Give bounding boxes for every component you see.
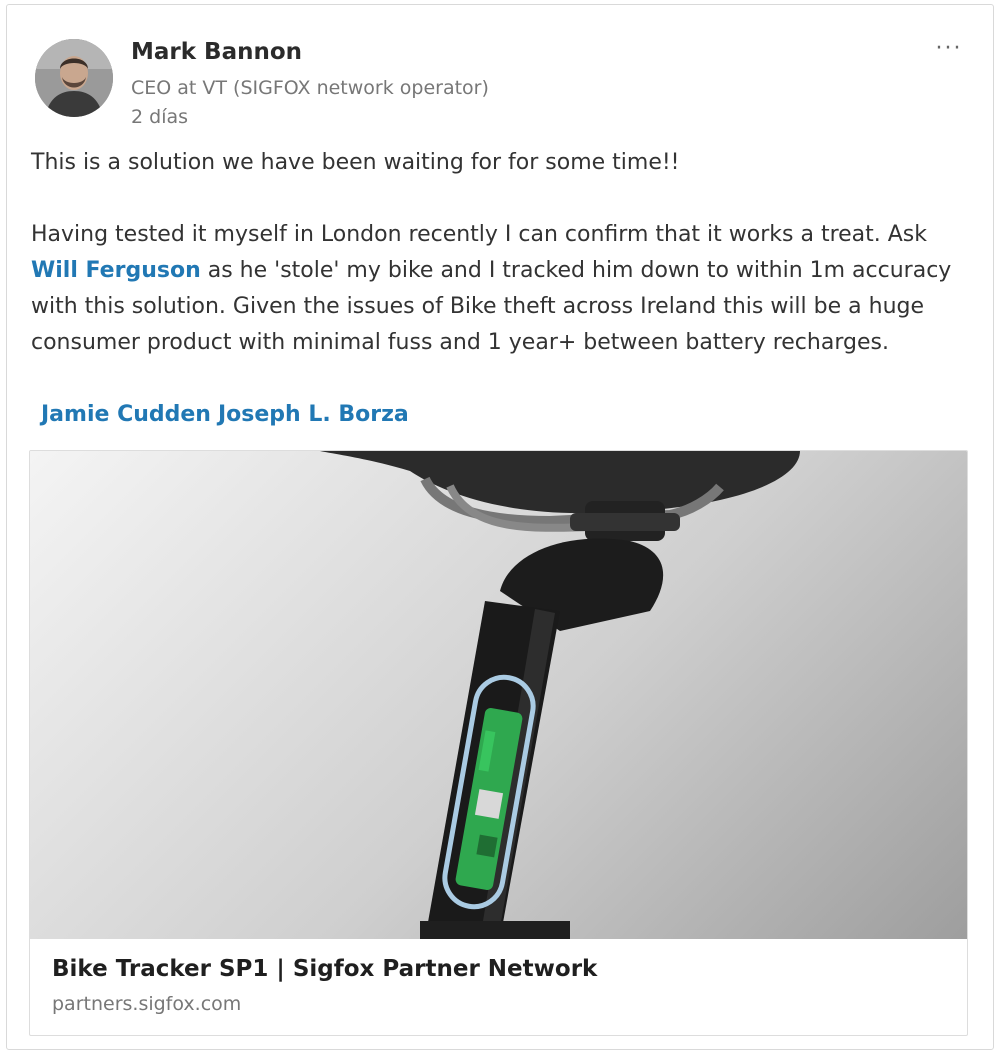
link-preview-image[interactable] bbox=[30, 451, 967, 939]
post-text-line: This is a solution we have been waiting … bbox=[31, 150, 680, 175]
author-headline: CEO at VT (SIGFOX network operator) bbox=[131, 77, 489, 99]
post-text-paragraph: Having tested it myself in London recent… bbox=[31, 217, 969, 361]
post-card: Mark Bannon CEO at VT (SIGFOX network op… bbox=[6, 4, 994, 1050]
post-text-segment: Having tested it myself in London recent… bbox=[31, 222, 928, 247]
more-options-button[interactable]: ··· bbox=[927, 35, 971, 63]
link-preview-card[interactable]: Bike Tracker SP1 | Sigfox Partner Networ… bbox=[29, 450, 968, 1036]
saddle-shape bbox=[320, 451, 800, 514]
tagged-people: Jamie Cudden Joseph L. Borza bbox=[41, 397, 409, 433]
bike-seatpost-image bbox=[320, 451, 800, 939]
author-name[interactable]: Mark Bannon bbox=[131, 39, 302, 65]
post-text: This is a solution we have been waiting … bbox=[31, 145, 969, 361]
author-avatar[interactable] bbox=[35, 39, 113, 117]
avatar-photo bbox=[35, 39, 113, 117]
more-options-icon: ··· bbox=[935, 36, 963, 61]
link-preview-domain: partners.sigfox.com bbox=[52, 993, 242, 1015]
tag-link[interactable]: Joseph L. Borza bbox=[218, 402, 409, 427]
post-timestamp: 2 días bbox=[131, 106, 189, 128]
mention-link[interactable]: Will Ferguson bbox=[31, 258, 201, 283]
tag-link[interactable]: Jamie Cudden bbox=[41, 402, 211, 427]
link-preview-title[interactable]: Bike Tracker SP1 | Sigfox Partner Networ… bbox=[52, 956, 597, 982]
